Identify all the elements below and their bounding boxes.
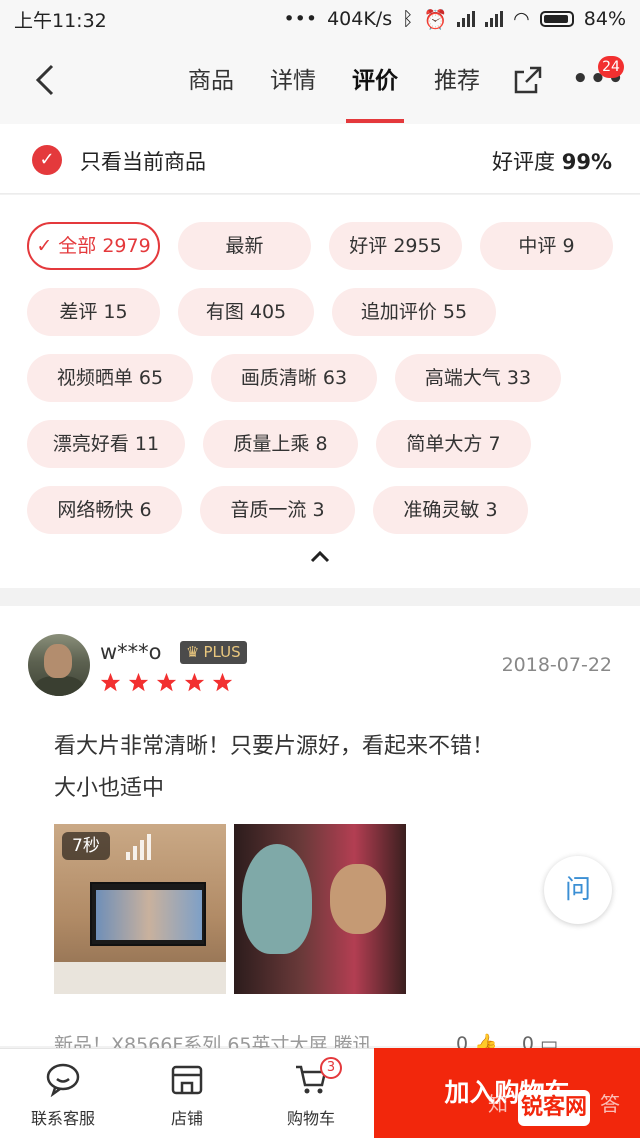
review-photo[interactable]	[234, 824, 406, 994]
tab-product[interactable]: 商品	[170, 62, 252, 100]
filter-bar: ✓ 只看当前商品 好评度 99%	[0, 124, 640, 194]
status-bar: 上午11:32 ••• 404K/s ᛒ ⏰ ◠ 84%	[0, 0, 640, 38]
chat-icon	[46, 1063, 80, 1097]
star-icon	[128, 672, 149, 692]
review-username: w***o	[100, 640, 162, 664]
battery-percent: 84%	[583, 8, 626, 30]
positive-rate-value: 99%	[561, 150, 612, 174]
star-icon	[184, 672, 205, 692]
chevron-up-icon[interactable]	[308, 547, 332, 567]
check-icon[interactable]: ✓	[32, 145, 62, 175]
positive-rate: 好评度 99%	[492, 146, 612, 176]
avatar-face	[44, 644, 72, 678]
review-video-thumbnail[interactable]: 7秒	[54, 824, 226, 994]
crown-icon: ♛	[186, 643, 200, 661]
photo-figure	[242, 844, 312, 954]
alarm-icon: ⏰	[423, 8, 448, 31]
watermark-logo: 锐客网	[518, 1090, 590, 1126]
shop-button[interactable]: 店铺	[132, 1061, 242, 1129]
star-icon	[156, 672, 177, 692]
watermark-text: 知	[488, 1092, 508, 1116]
tag-network[interactable]: 网络畅快 6	[27, 486, 182, 534]
ask-question-button[interactable]: 问	[544, 856, 612, 924]
tag-positive[interactable]: 好评 2955	[329, 222, 462, 270]
shop-label: 店铺	[170, 1109, 203, 1128]
positive-rate-label: 好评度	[492, 150, 556, 174]
customer-service-label: 联系客服	[30, 1109, 95, 1128]
tag-latest[interactable]: 最新	[178, 222, 311, 270]
review-rating	[100, 672, 233, 693]
review-tag-panel: ✓ 全部 2979 最新 好评 2955 中评 9 差评 15 有图 405 追…	[0, 195, 640, 588]
tab-reviews[interactable]: 评价	[334, 62, 416, 123]
tag-follow-up[interactable]: 追加评价 55	[332, 288, 496, 336]
avatar[interactable]	[28, 634, 90, 696]
tag-accurate[interactable]: 准确灵敏 3	[373, 486, 528, 534]
review-content[interactable]: 看大片非常清晰！只要片源好，看起来不错！大小也适中	[54, 726, 514, 810]
tab-recommend[interactable]: 推荐	[416, 62, 498, 100]
tag-beautiful[interactable]: 漂亮好看 11	[27, 420, 185, 468]
bluetooth-icon: ᛒ	[402, 8, 414, 30]
cart-label: 购物车	[286, 1109, 335, 1128]
star-icon	[212, 672, 233, 692]
tag-clear-picture[interactable]: 画质清晰 63	[211, 354, 377, 402]
tag-with-photos[interactable]: 有图 405	[178, 288, 314, 336]
video-signal-icon	[126, 834, 151, 860]
only-current-product-toggle[interactable]: 只看当前商品	[80, 146, 206, 176]
signal-icon-2	[485, 11, 504, 27]
status-icons: ••• 404K/s ᛒ ⏰ ◠ 84%	[283, 8, 626, 31]
share-icon[interactable]	[510, 62, 546, 98]
tab-detail[interactable]: 详情	[252, 62, 334, 100]
tag-quality[interactable]: 质量上乘 8	[203, 420, 358, 468]
tag-all-label: 全部 2979	[58, 235, 151, 257]
battery-icon	[539, 11, 574, 27]
cabinet-image	[54, 962, 226, 994]
wifi-icon: ◠	[513, 8, 530, 30]
tag-negative[interactable]: 差评 15	[27, 288, 160, 336]
back-icon[interactable]	[30, 60, 64, 100]
shop-icon	[171, 1065, 203, 1095]
video-duration: 7秒	[62, 832, 110, 860]
signal-icon	[457, 11, 476, 27]
tab-bar: 商品 详情 评价 推荐	[170, 62, 498, 123]
tag-all[interactable]: ✓ 全部 2979	[27, 222, 160, 270]
cart-badge: 3	[320, 1057, 342, 1079]
customer-service-button[interactable]: 联系客服	[8, 1061, 118, 1129]
plus-label: PLUS	[203, 643, 241, 661]
watermark-tail: 答	[600, 1092, 620, 1116]
tag-sound[interactable]: 音质一流 3	[200, 486, 355, 534]
tv-image	[90, 882, 206, 946]
status-dots: •••	[283, 8, 318, 30]
status-time: 上午11:32	[14, 9, 107, 32]
photo-face	[330, 864, 386, 934]
star-icon	[100, 672, 121, 692]
tag-neutral[interactable]: 中评 9	[480, 222, 613, 270]
top-nav: 商品 详情 评价 推荐 ••• 24	[0, 38, 640, 124]
plus-badge: ♛ PLUS	[180, 641, 247, 664]
review-date: 2018-07-22	[501, 654, 612, 676]
cart-button[interactable]: 3 购物车	[256, 1057, 366, 1129]
tag-video-review[interactable]: 视频晒单 65	[27, 354, 193, 402]
review-card: w***o ♛ PLUS 2018-07-22 看大片非常清晰！只要片源好，看起…	[0, 606, 640, 1056]
message-badge: 24	[598, 56, 624, 78]
tag-simple[interactable]: 简单大方 7	[376, 420, 531, 468]
tag-high-end[interactable]: 高端大气 33	[395, 354, 561, 402]
avatar-body	[34, 676, 84, 696]
network-speed: 404K/s	[327, 8, 393, 30]
